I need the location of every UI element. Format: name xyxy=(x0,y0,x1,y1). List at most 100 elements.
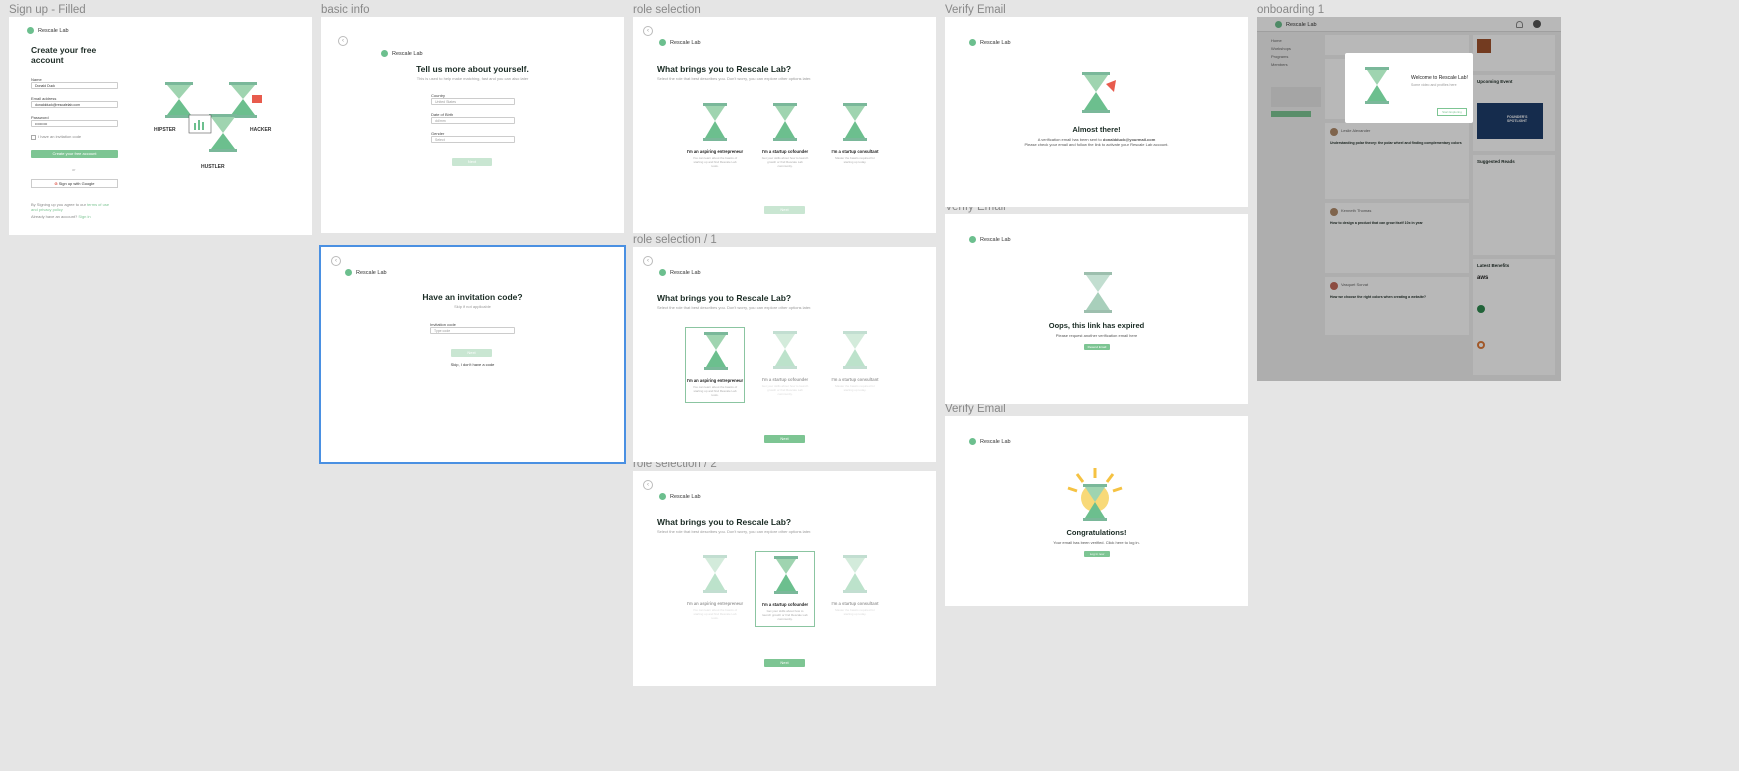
login-now-button[interactable]: Log in now xyxy=(1084,551,1110,557)
role-card-cofounder[interactable]: I'm a startup cofounder Get your skills … xyxy=(755,327,815,403)
hustler-label: HUSTLER xyxy=(201,164,225,170)
frame-label-basic-info: basic info xyxy=(321,4,370,16)
logo-icon xyxy=(345,269,352,276)
entrepreneur-hourglass-icon xyxy=(703,555,727,593)
page-title: What brings you to Rescale Lab? xyxy=(657,293,792,303)
next-button[interactable]: Next xyxy=(764,435,805,443)
create-account-button[interactable]: Create your free account xyxy=(31,150,118,158)
role-desc: Master the basics required for starting … xyxy=(835,608,875,616)
back-button[interactable]: ‹ xyxy=(643,480,653,490)
frame-label-signup: Sign up - Filled xyxy=(9,4,86,16)
frame-label-onboarding: onboarding 1 xyxy=(1257,4,1325,16)
hipster-label: HIPSTER xyxy=(154,127,176,133)
signup-frame: Rescale Lab Create your free account Nam… xyxy=(9,17,312,235)
back-button[interactable]: ‹ xyxy=(643,26,653,36)
role-desc: You can learn about the basics of starti… xyxy=(692,156,738,168)
invite-checkbox[interactable] xyxy=(31,135,36,140)
role-desc: Get your skills about how to launch grow… xyxy=(761,384,809,396)
google-signup-button[interactable]: G Sign up with Google xyxy=(31,179,118,188)
role-card-consultant[interactable]: I'm a startup consultant Master the basi… xyxy=(825,551,885,627)
verify-email-frame: Rescale Lab Almost there! A verification… xyxy=(945,17,1248,207)
logo-icon xyxy=(381,50,388,57)
onboarding-frame: Rescale Lab Home Workshops Programs Memb… xyxy=(1257,17,1561,381)
role-selection-1-frame: ‹ Rescale Lab What brings you to Rescale… xyxy=(633,247,936,462)
cofounder-hourglass-icon xyxy=(774,556,798,594)
role-card-entrepreneur[interactable]: I'm an aspiring entrepreneur You can lea… xyxy=(685,551,745,627)
terms-text: By Signing up you agree to our terms of … xyxy=(31,202,110,212)
entrepreneur-hourglass-icon xyxy=(704,332,728,370)
or-divider: or xyxy=(72,167,76,172)
dob-field[interactable]: dd/mm xyxy=(431,117,515,124)
logo-icon xyxy=(969,438,976,445)
basic-info-frame: ‹ Rescale Lab Tell us more about yoursel… xyxy=(321,17,624,233)
hourglass-icon xyxy=(1084,272,1112,313)
modal-text: Some video and profiles here xyxy=(1411,83,1457,87)
page-title: Create your free account xyxy=(31,45,97,65)
name-field[interactable]: Donald Duck xyxy=(31,82,118,89)
next-button[interactable]: Next xyxy=(764,659,805,667)
role-desc: Get your skills about how to launch grow… xyxy=(761,156,809,168)
role-title: I'm a startup consultant xyxy=(831,149,879,154)
next-button[interactable]: Next xyxy=(451,349,492,357)
role-card-entrepreneur[interactable]: I'm an aspiring entrepreneur You can lea… xyxy=(685,99,745,175)
logo-icon xyxy=(659,493,666,500)
role-desc: Master the basics required for starting … xyxy=(835,156,875,164)
role-selection-frame: ‹ Rescale Lab What brings you to Rescale… xyxy=(633,17,936,233)
logo: Rescale Lab xyxy=(381,50,423,57)
email-field[interactable]: donaldduck@rescalelab.com xyxy=(31,101,118,108)
invite-code-input[interactable]: Type code xyxy=(430,327,515,334)
cofounder-hourglass-icon xyxy=(773,331,797,369)
page-subtitle: Select the role that best describes you.… xyxy=(657,529,812,534)
frame-label-role0: role selection xyxy=(633,4,701,16)
logo: Rescale Lab xyxy=(345,269,387,276)
entrepreneur-hourglass-icon xyxy=(703,103,727,141)
expired-message: Please request another verification emai… xyxy=(1055,333,1138,338)
role-title: I'm a startup cofounder xyxy=(761,149,809,154)
hacker-label: HACKER xyxy=(250,127,272,133)
next-button[interactable]: Next xyxy=(452,158,492,166)
skip-link[interactable]: Skip, I don't have a code xyxy=(321,362,624,367)
gender-select[interactable]: Select xyxy=(431,136,515,143)
role-title: I'm an aspiring entrepreneur xyxy=(686,601,744,606)
hourglass-flag-icon xyxy=(1082,72,1116,113)
role-card-cofounder[interactable]: I'm a startup cofounder Get your skills … xyxy=(755,99,815,175)
page-subtitle: This is used to help make matching, fast… xyxy=(416,76,529,81)
role-card-consultant[interactable]: I'm a startup consultant Master the basi… xyxy=(825,327,885,403)
logo: Rescale Lab xyxy=(969,438,1011,445)
logo: Rescale Lab xyxy=(659,269,701,276)
country-select[interactable]: United States xyxy=(431,98,515,105)
login-link[interactable]: Sign in xyxy=(78,214,90,219)
page-title: What brings you to Rescale Lab? xyxy=(657,64,792,74)
resend-email-button[interactable]: Resend Email xyxy=(1084,344,1110,350)
next-button[interactable]: Next xyxy=(764,206,805,214)
welcome-modal: Welcome to Rescale Lab! Some video and p… xyxy=(1345,53,1473,123)
logo-icon xyxy=(659,39,666,46)
frame-label-verify3: Verify Email xyxy=(945,403,1006,415)
invite-code-frame: ‹ Rescale Lab Have an invitation code? S… xyxy=(319,245,626,464)
password-field[interactable]: •••••••••• xyxy=(31,120,118,127)
logo-icon xyxy=(659,269,666,276)
logo: Rescale Lab xyxy=(969,39,1011,46)
back-button[interactable]: ‹ xyxy=(338,36,348,46)
back-button[interactable]: ‹ xyxy=(643,256,653,266)
login-prompt: Already have an account? Sign in xyxy=(31,214,91,219)
role-card-consultant[interactable]: I'm a startup consultant Master the basi… xyxy=(825,99,885,175)
cofounder-hourglass-icon xyxy=(773,103,797,141)
page-title: What brings you to Rescale Lab? xyxy=(657,517,792,527)
verify-email-expired-frame: Rescale Lab Oops, this link has expired … xyxy=(945,214,1248,404)
start-exploring-button[interactable]: Start Exploring xyxy=(1437,108,1467,116)
role-title: I'm a startup consultant xyxy=(831,377,879,382)
role-desc: Master the basics required for starting … xyxy=(835,384,875,392)
consultant-hourglass-icon xyxy=(843,103,867,141)
welcome-hourglass-icon xyxy=(1365,67,1389,104)
role-card-cofounder[interactable]: I'm a startup cofounder Get your skills … xyxy=(755,551,815,627)
verify-email-success-frame: Rescale Lab Congratulations! Your email … xyxy=(945,416,1248,606)
role-card-entrepreneur[interactable]: I'm an aspiring entrepreneur You can lea… xyxy=(685,327,745,403)
role-selection-2-frame: ‹ Rescale Lab What brings you to Rescale… xyxy=(633,471,936,686)
logo: Rescale Lab xyxy=(659,493,701,500)
logo: Rescale Lab xyxy=(27,27,69,34)
logo: Rescale Lab xyxy=(969,236,1011,243)
back-button[interactable]: ‹ xyxy=(331,256,341,266)
page-title: Tell us more about yourself. xyxy=(416,64,529,74)
page-title: Have an invitation code? xyxy=(422,292,523,302)
